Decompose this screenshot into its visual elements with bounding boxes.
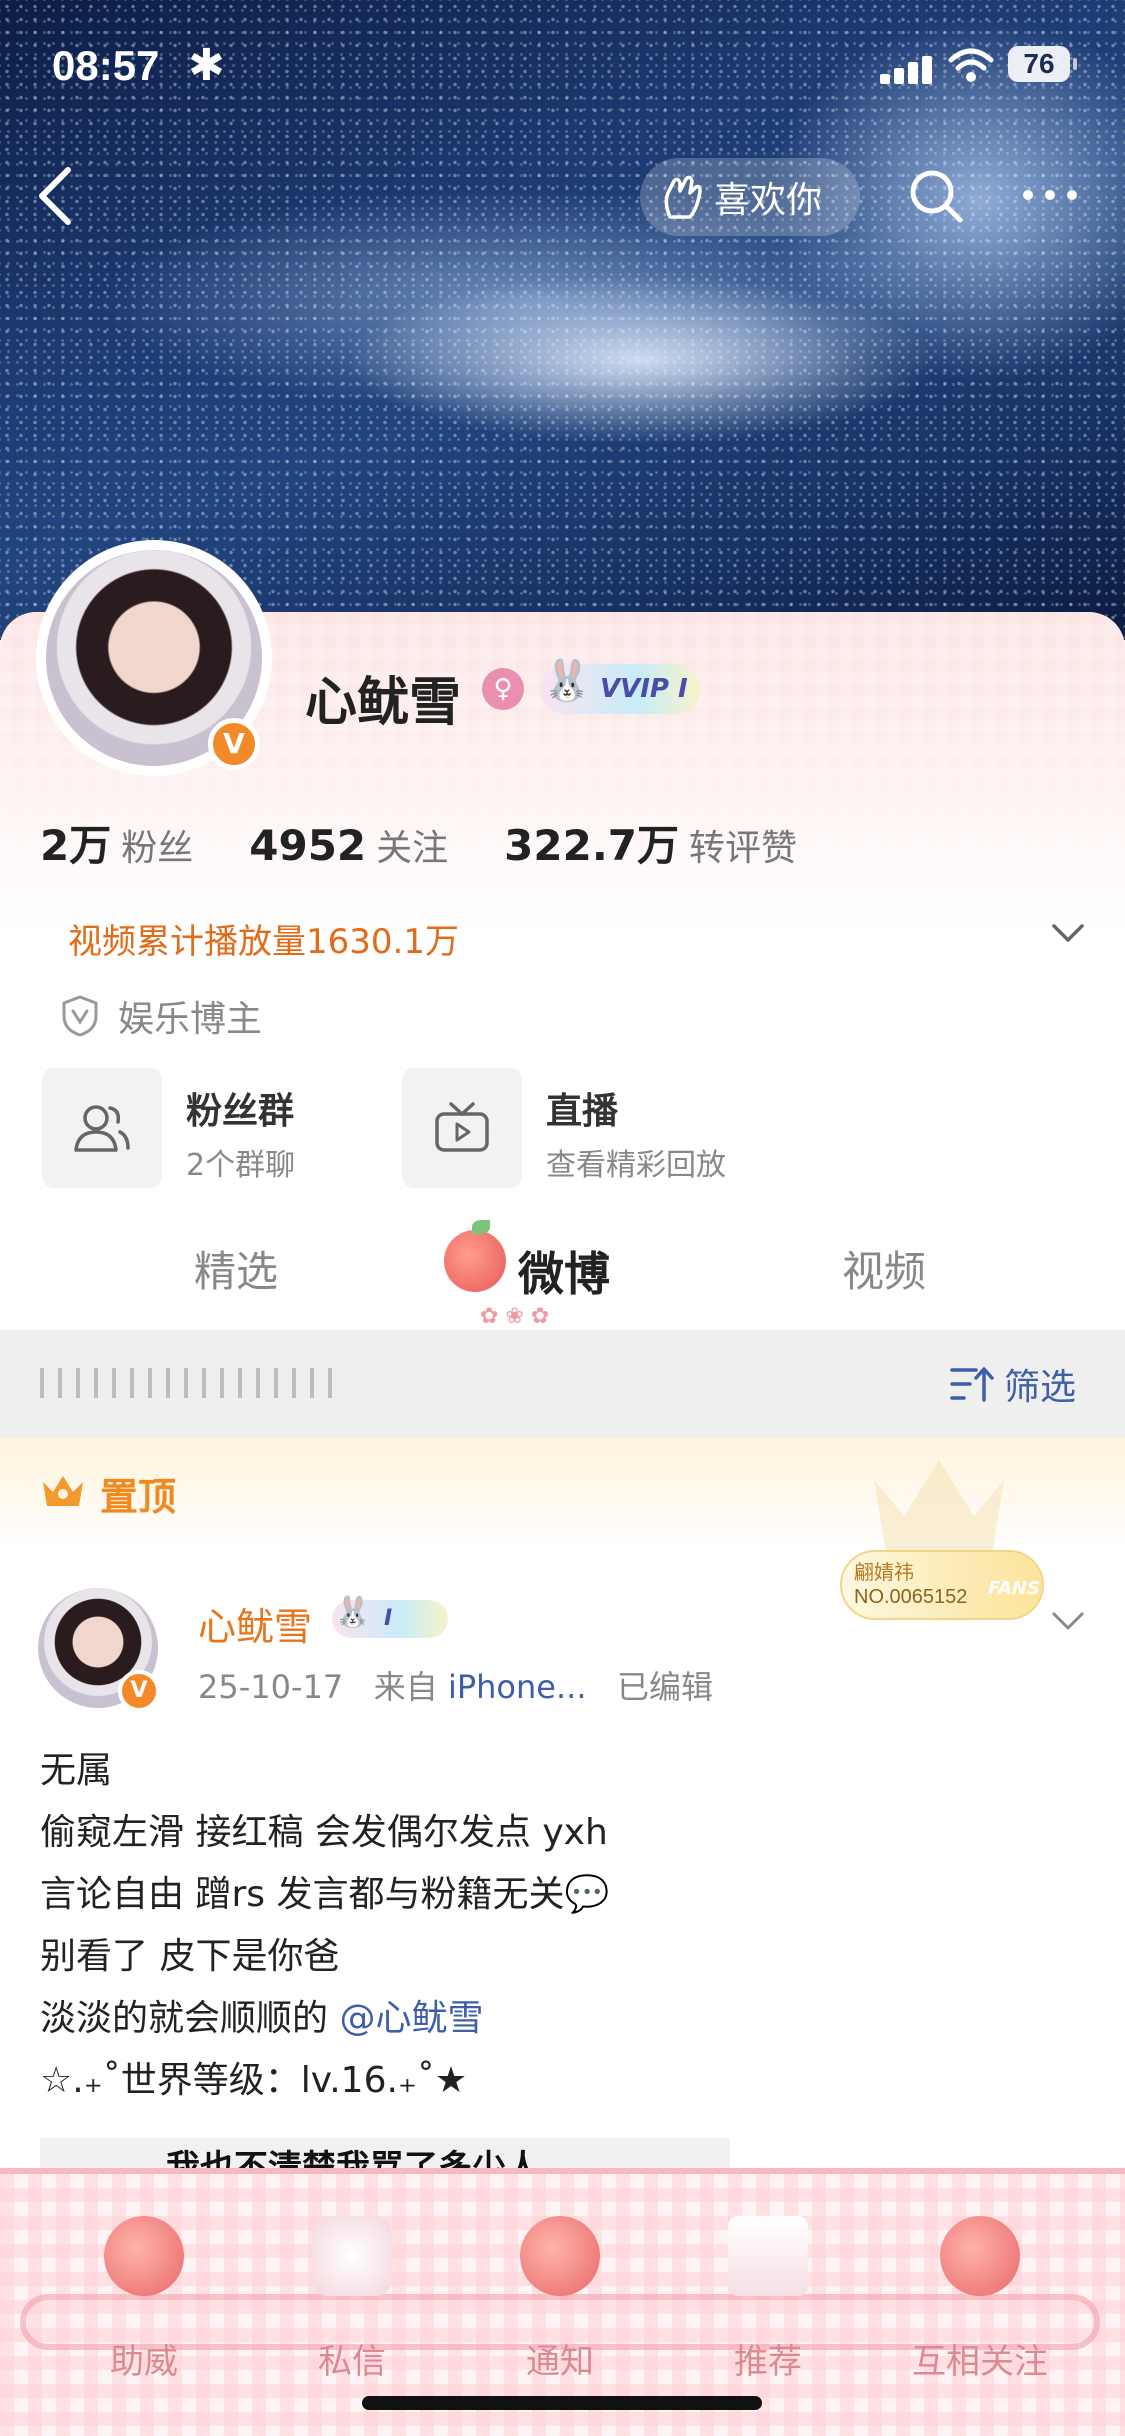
people-icon [74,1105,130,1152]
status-extra-icon: ✱ [188,40,225,91]
filter-placeholder [40,1368,340,1398]
bunny-icon: 🐰 [334,1595,372,1630]
post-verified-badge: V [118,1670,160,1712]
post-body: 无属 偷窥左滑 接红稿 会发偶尔发点 yxh 言论自由 蹭rs 发言都与粉籍无关… [40,1740,1080,2112]
apple-icon [940,2216,1020,2296]
live-title: 直播 [546,1091,619,1132]
post-vip-badge: 🐰 I [332,1595,448,1638]
verified-badge: V [208,718,260,770]
vvip-level: I [678,674,688,704]
tab-video[interactable]: 视频 [842,1238,926,1299]
post-line-with-mention: 淡淡的就会顺顺的 @心鱿雪 [40,1988,1080,2050]
like-label: 喜欢你 [714,180,823,221]
certification-row: 娱乐博主 [60,990,262,1042]
status-time: 08:57 [52,42,160,89]
like-button[interactable]: 喜欢你 [640,158,860,236]
sort-icon [950,1367,994,1402]
nav-recommend-label: 推荐 [734,2342,802,2382]
post-vip-level: I [384,1606,393,1631]
search-icon[interactable] [906,166,966,226]
stat-reposts-likes[interactable]: 322.7万 转评赞 [504,812,797,873]
fan-group-subtitle: 2个群聊 [186,1148,296,1183]
profile-stats: 2万 粉丝 4952 关注 322.7万 转评赞 [40,812,797,872]
nav-cheer[interactable]: 助威 [64,2216,224,2396]
nav-messages-label: 私信 [318,2342,386,2382]
home-indicator[interactable] [362,2396,762,2410]
status-bar: 08:57 ✱ 76 [0,40,1125,100]
tab-weibo[interactable]: 微博 [518,1238,610,1304]
fans-badge-name: 翩婧祎 [854,1560,914,1584]
post-line: 淡淡的就会顺顺的 [40,1998,340,2039]
profile-tabs: 精选 微博 ✿ ❀ ✿ 视频 [0,1220,1125,1332]
nav-cheer-label: 助威 [110,2342,178,2382]
filter-bar: 筛选 [0,1330,1125,1438]
fans-badge[interactable]: 翩婧祎 NO.0065152 FANS [840,1450,1050,1620]
video-plays-text: 视频累计播放量1630.1万 [68,922,459,962]
live-subtitle: 查看精彩回放 [546,1148,726,1183]
post-line: 无属 [40,1750,113,1791]
stat-following[interactable]: 4952 关注 [249,819,448,871]
nav-recommend[interactable]: 推荐 [688,2216,848,2396]
profile-name: 心鱿雪 [305,673,462,733]
battery-indicator: 76 [1008,46,1077,82]
apple-icon [520,2216,600,2296]
signal-icon [880,54,936,84]
envelope-icon [312,2216,392,2296]
fans-badge-number: NO.0065152 [854,1586,968,1608]
more-icon[interactable] [1020,180,1080,210]
nav-notifications-label: 通知 [526,2342,594,2382]
bunny-icon: 🐰 [542,658,592,704]
post-date: 25-10-17 [198,1668,344,1706]
flower-deco-icon: ✿ ❀ ✿ [480,1304,550,1329]
nav-mutual-follow-label: 互相关注 [912,2342,1048,2382]
pinned-label: 置顶 [100,1475,177,1519]
post-author-name[interactable]: 心鱿雪 [198,1596,312,1651]
vvip-label: VVIP [600,674,669,704]
post-line: 偷窥左滑 接红稿 会发偶尔发点 yxh [40,1812,608,1853]
stat-followers[interactable]: 2万 粉丝 [40,812,193,873]
post-source[interactable]: iPhone... [448,1668,587,1706]
hand-icon [664,175,702,219]
filter-button[interactable]: 筛选 [950,1358,1076,1410]
mention-link[interactable]: @心鱿雪 [339,1998,483,2039]
nav-messages[interactable]: 私信 [272,2216,432,2396]
gender-icon: ♀ [482,668,524,710]
post-line: 别看了 皮下是你爸 [40,1936,340,1977]
tv-icon [435,1102,489,1152]
wifi-icon [948,48,994,82]
post-edited: 已编辑 [617,1668,714,1706]
shield-icon [62,995,98,1037]
fan-group-title: 粉丝群 [186,1091,295,1132]
post-line: ☆.₊˚世界等级：lv.16.₊˚★ [40,2060,468,2101]
crown-icon [43,1476,83,1506]
vvip-badge[interactable]: 🐰 VVIP I [540,658,700,714]
post-source-prefix: 来自 [373,1668,438,1706]
fans-badge-word: FANS [988,1578,1040,1599]
apple-icon [104,2216,184,2296]
chevron-down-icon[interactable] [1048,1600,1088,1640]
post-line: 言论自由 蹭rs 发言都与粉籍无关💬 [40,1874,610,1915]
nav-mutual-follow[interactable]: 互相关注 [900,2216,1060,2396]
back-icon[interactable] [28,160,84,232]
chevron-down-icon[interactable] [1048,912,1088,952]
fan-group-tile[interactable]: 粉丝群 2个群聊 [42,1068,372,1188]
apple-icon [444,1220,506,1292]
nav-notifications[interactable]: 通知 [480,2216,640,2396]
tab-featured[interactable]: 精选 [194,1238,278,1299]
post-meta: 25-10-17 来自 iPhone... 已编辑 [198,1662,713,1708]
filter-label: 筛选 [1004,1367,1077,1408]
milk-box-icon [728,2216,808,2296]
live-tile[interactable]: 直播 查看精彩回放 [402,1068,732,1188]
certification-label: 娱乐博主 [118,999,263,1040]
fans-crown-icon [874,1460,1004,1554]
